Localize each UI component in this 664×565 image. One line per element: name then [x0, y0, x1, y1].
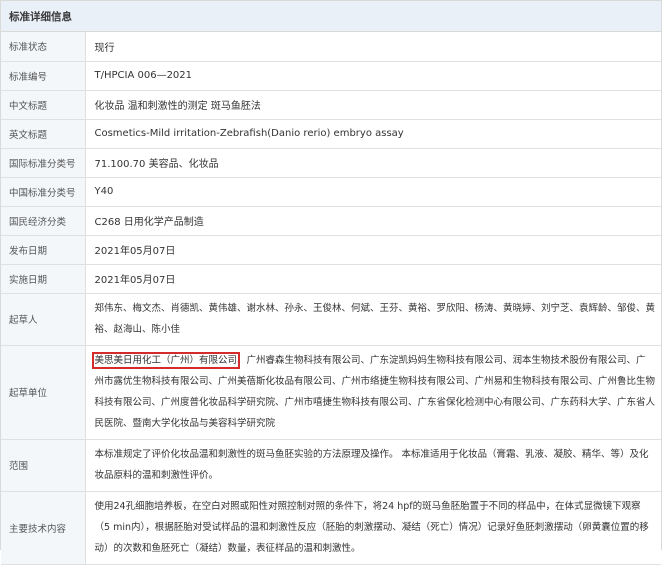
- row-scope: 范围 本标准规定了评价化妆品温和刺激性的斑马鱼胚实验的方法原理及操作。 本标准适…: [1, 439, 661, 492]
- row-intl-class: 国际标准分类号 71.100.70 美容品、化妆品: [1, 148, 661, 178]
- row-cn-class: 中国标准分类号 Y40: [1, 177, 661, 207]
- row-cn-title: 中文标题 化妆品 温和刺激性的测定 斑马鱼胚法: [1, 90, 661, 120]
- row-en-title: 英文标题 Cosmetics-Mild irritation-Zebrafish…: [1, 119, 661, 149]
- scope-label: 范围: [1, 439, 86, 492]
- row-drafting-units: 起草单位 美思美日用化工（广州）有限公司、广州睿森生物科技有限公司、广东淀凯妈妈…: [1, 345, 661, 440]
- en-title-value: Cosmetics-Mild irritation-Zebrafish(Dani…: [85, 119, 661, 149]
- implement-date-label: 实施日期: [1, 264, 86, 294]
- econ-class-label: 国民经济分类: [1, 206, 86, 236]
- standard-detail-panel: 标准详细信息 标准状态 现行 标准编号 T/HPCIA 006—2021 中文标…: [0, 0, 662, 565]
- implement-date-value: 2021年05月07日: [85, 264, 661, 294]
- cn-class-value: Y40: [85, 177, 661, 207]
- row-implement-date: 实施日期 2021年05月07日: [1, 264, 661, 294]
- row-publish-date: 发布日期 2021年05月07日: [1, 235, 661, 265]
- publish-date-value: 2021年05月07日: [85, 235, 661, 265]
- row-number: 标准编号 T/HPCIA 006—2021: [1, 61, 661, 91]
- status-value: 现行: [85, 32, 661, 62]
- drafting-units-value: 美思美日用化工（广州）有限公司、广州睿森生物科技有限公司、广东淀凯妈妈生物科技有…: [85, 345, 661, 440]
- row-econ-class: 国民经济分类 C268 日用化学产品制造: [1, 206, 661, 236]
- number-value: T/HPCIA 006—2021: [85, 61, 661, 91]
- row-tech-content: 主要技术内容 使用24孔细胞培养板，在空白对照或阳性对照控制对照的条件下，将24…: [1, 491, 661, 565]
- panel-title: 标准详细信息: [9, 10, 72, 23]
- cn-title-label: 中文标题: [1, 90, 86, 120]
- drafters-value: 郑伟东、梅文杰、肖德凯、黄伟雄、谢水林、孙永、王俊林、何斌、王芬、黄裕、罗欣阳、…: [85, 293, 661, 346]
- scope-value: 本标准规定了评价化妆品温和刺激性的斑马鱼胚实验的方法原理及操作。 本标准适用于化…: [85, 439, 661, 492]
- number-label: 标准编号: [1, 61, 86, 91]
- econ-class-value: C268 日用化学产品制造: [85, 206, 661, 236]
- status-label: 标准状态: [1, 32, 86, 62]
- panel-header: 标准详细信息: [1, 1, 661, 32]
- tech-content-label: 主要技术内容: [1, 491, 86, 565]
- intl-class-label: 国际标准分类号: [1, 148, 86, 178]
- cn-class-label: 中国标准分类号: [1, 177, 86, 207]
- cn-title-value: 化妆品 温和刺激性的测定 斑马鱼胚法: [85, 90, 661, 120]
- detail-table: 标准状态 现行 标准编号 T/HPCIA 006—2021 中文标题 化妆品 温…: [1, 32, 661, 565]
- drafting-units-label: 起草单位: [1, 345, 86, 440]
- drafters-label: 起草人: [1, 293, 86, 346]
- en-title-label: 英文标题: [1, 119, 86, 149]
- publish-date-label: 发布日期: [1, 235, 86, 265]
- highlighted-company: 美思美日用化工（广州）有限公司: [91, 351, 241, 369]
- row-drafters: 起草人 郑伟东、梅文杰、肖德凯、黄伟雄、谢水林、孙永、王俊林、何斌、王芬、黄裕、…: [1, 293, 661, 346]
- intl-class-value: 71.100.70 美容品、化妆品: [85, 148, 661, 178]
- tech-content-value: 使用24孔细胞培养板，在空白对照或阳性对照控制对照的条件下，将24 hpf的斑马…: [85, 491, 661, 565]
- row-status: 标准状态 现行: [1, 32, 661, 62]
